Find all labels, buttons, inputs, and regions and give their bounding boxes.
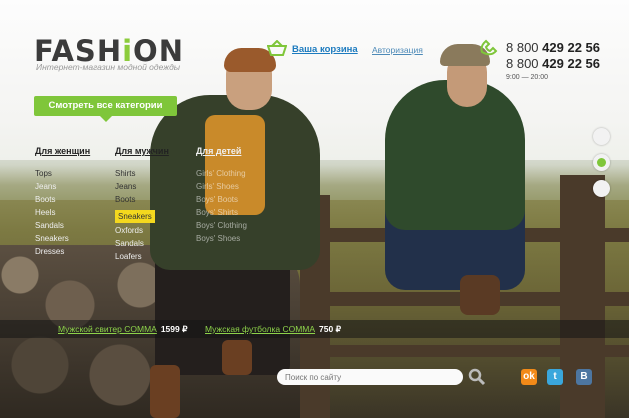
- phone-digits: 429 22 56: [542, 40, 601, 55]
- list-item[interactable]: Shirts: [115, 167, 155, 180]
- odnoklassniki-icon[interactable]: ok: [521, 369, 537, 385]
- promo-item[interactable]: Мужской свитер COMMA 1599 ₽: [58, 324, 188, 335]
- phone-code: 8 800: [506, 40, 539, 55]
- basket-icon[interactable]: [267, 40, 287, 56]
- model-left-boot: [222, 340, 252, 375]
- promo-price: 750 ₽: [319, 324, 341, 334]
- list-item[interactable]: Boys' Shirts: [196, 206, 247, 219]
- list-item[interactable]: Sneakers: [35, 232, 69, 245]
- list-item[interactable]: Sandals: [115, 237, 155, 250]
- cart-link[interactable]: Ваша корзина: [292, 44, 358, 55]
- search-input[interactable]: [277, 369, 463, 385]
- list-item-highlighted[interactable]: Sneakers: [115, 210, 155, 223]
- list-item[interactable]: Boots: [115, 193, 155, 206]
- kids-list: Girls' Clothing Girls' Shoes Boys' Boots…: [196, 167, 247, 245]
- men-list: Shirts Jeans Boots Sneakers Oxfords Sand…: [115, 167, 155, 263]
- promo-price: 1599 ₽: [160, 324, 188, 334]
- model-right-boot: [460, 275, 500, 315]
- twitter-icon[interactable]: t: [547, 369, 563, 385]
- phone-number: 8 800 429 22 56: [506, 40, 600, 55]
- list-item[interactable]: Boys' Shoes: [196, 232, 247, 245]
- list-item[interactable]: Boys' Clothing: [196, 219, 247, 232]
- list-item[interactable]: Girls' Clothing: [196, 167, 247, 180]
- list-item[interactable]: Dresses: [35, 245, 69, 258]
- list-item[interactable]: Sandals: [35, 219, 69, 232]
- list-item[interactable]: Loafers: [115, 250, 155, 263]
- list-item[interactable]: Heels: [35, 206, 69, 219]
- phone-code: 8 800: [506, 56, 539, 71]
- login-link[interactable]: Авторизация: [372, 45, 423, 55]
- working-hours: 9:00 — 20:00: [506, 74, 549, 81]
- phone-icon: [480, 39, 498, 56]
- phone-digits: 429 22 56: [542, 56, 601, 71]
- vkontakte-icon[interactable]: B: [576, 369, 592, 385]
- search-icon[interactable]: [468, 368, 486, 386]
- tagline: Интернет-магазин модной одежды: [36, 62, 181, 72]
- slider-dot[interactable]: [593, 128, 610, 145]
- model-left-boot: [150, 365, 180, 418]
- all-categories-button[interactable]: Смотреть все категории: [34, 96, 177, 122]
- slider-dot[interactable]: [593, 180, 610, 197]
- promo-item[interactable]: Мужская футболка COMMA 750 ₽: [205, 324, 341, 335]
- list-item[interactable]: Jeans: [115, 180, 155, 193]
- promo-name[interactable]: Мужская футболка COMMA: [205, 324, 315, 334]
- list-item[interactable]: Tops: [35, 167, 69, 180]
- phone-number: 8 800 429 22 56: [506, 56, 600, 71]
- list-item[interactable]: Oxfords: [115, 224, 155, 237]
- category-kids[interactable]: Для детей: [196, 146, 241, 156]
- list-item[interactable]: Girls' Shoes: [196, 180, 247, 193]
- fence-rail: [330, 345, 629, 357]
- slider-dots: [593, 128, 610, 206]
- list-item[interactable]: Boys' Boots: [196, 193, 247, 206]
- category-women[interactable]: Для женщин: [35, 146, 90, 156]
- category-men[interactable]: Для мужчин: [115, 146, 169, 156]
- list-item[interactable]: Jeans: [35, 180, 69, 193]
- promo-name[interactable]: Мужской свитер COMMA: [58, 324, 157, 334]
- slider-dot-active[interactable]: [593, 154, 610, 171]
- women-list: Tops Jeans Boots Heels Sandals Sneakers …: [35, 167, 69, 258]
- list-item[interactable]: Boots: [35, 193, 69, 206]
